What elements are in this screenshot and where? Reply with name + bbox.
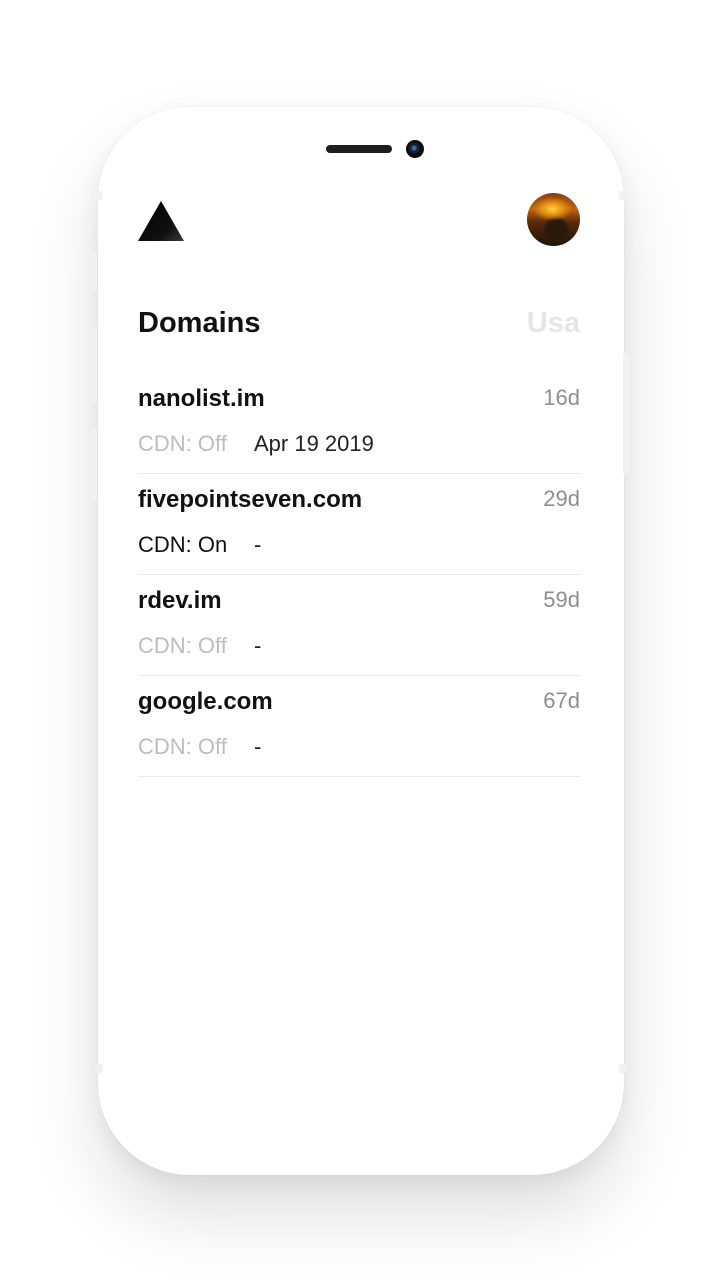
- list-item[interactable]: nanolist.im 16d CDN: Off Apr 19 2019: [138, 373, 580, 474]
- domain-list: nanolist.im 16d CDN: Off Apr 19 2019 fiv…: [138, 373, 580, 777]
- domain-age: 67d: [543, 688, 580, 713]
- list-item[interactable]: rdev.im 59d CDN: Off -: [138, 575, 580, 676]
- domain-age: 29d: [543, 486, 580, 511]
- side-button-volume-down: [91, 327, 97, 402]
- earpiece-speaker: [326, 145, 392, 153]
- domain-age: 59d: [543, 587, 580, 612]
- cdn-status: CDN: On: [138, 532, 228, 557]
- side-notch-left-top: [95, 191, 103, 200]
- page-title: Domains: [138, 307, 261, 339]
- domain-date: Apr 19 2019: [254, 431, 374, 456]
- domain-name: google.com: [138, 688, 273, 715]
- cdn-status: CDN: Off: [138, 431, 227, 456]
- domain-name: rdev.im: [138, 587, 222, 614]
- list-item[interactable]: google.com 67d CDN: Off -: [138, 676, 580, 777]
- side-notch-left-bottom: [95, 1064, 103, 1073]
- side-button-power: [623, 353, 629, 475]
- cdn-status: CDN: Off: [138, 734, 227, 759]
- domain-date: -: [254, 734, 262, 759]
- triangle-logo-icon[interactable]: [138, 201, 184, 241]
- user-avatar[interactable]: [527, 193, 580, 246]
- domain-name: fivepointseven.com: [138, 486, 363, 513]
- front-camera: [406, 140, 424, 158]
- side-notch-right-top: [619, 191, 627, 200]
- domain-date: -: [254, 633, 262, 658]
- domain-name: nanolist.im: [138, 385, 265, 412]
- domain-age: 16d: [543, 385, 580, 410]
- cdn-status: CDN: Off: [138, 633, 227, 658]
- side-button-volume-up: [91, 252, 97, 290]
- side-button-extra: [91, 427, 97, 502]
- list-item[interactable]: fivepointseven.com 29d CDN: On -: [138, 474, 580, 575]
- domain-date: -: [254, 532, 262, 557]
- region-selector[interactable]: Usa: [527, 307, 580, 340]
- side-notch-right-bottom: [619, 1064, 627, 1073]
- phone-frame: Domains Usa nanolist.im 16d CDN: Off Apr…: [91, 107, 629, 1175]
